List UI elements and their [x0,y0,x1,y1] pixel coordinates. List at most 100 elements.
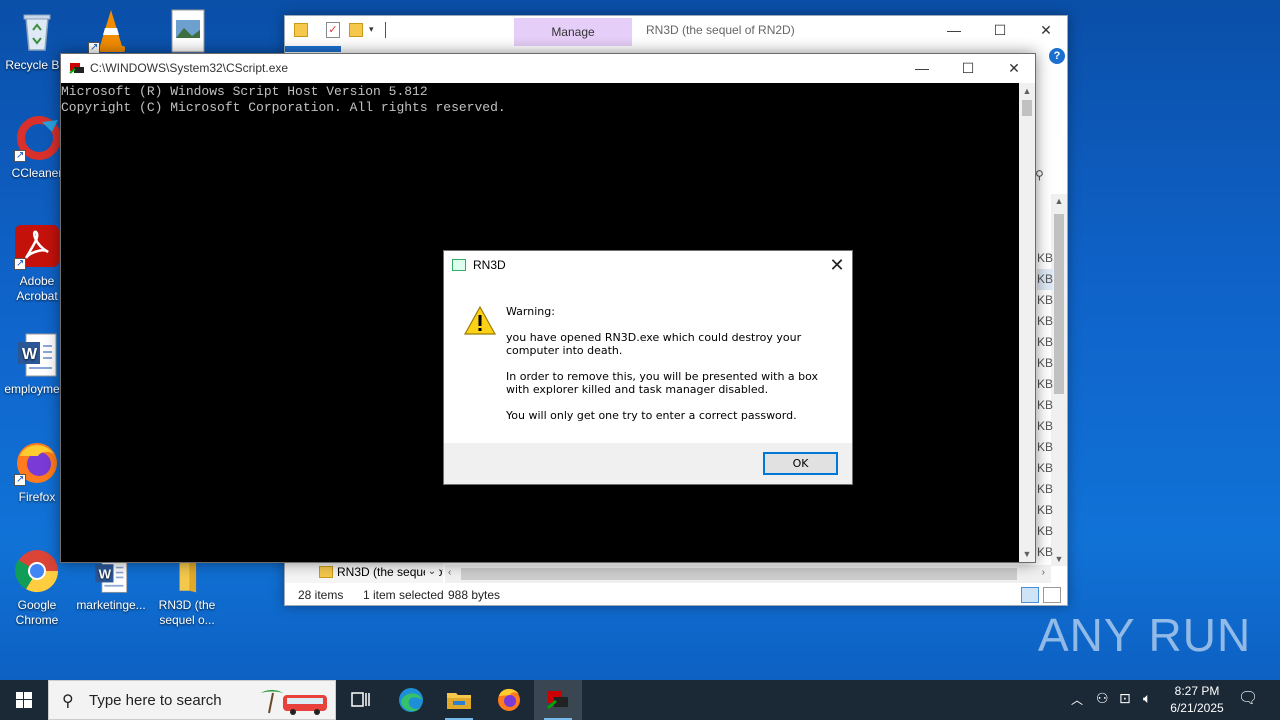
scroll-left-arrow-icon[interactable]: ‹ [448,567,451,578]
file-size-unit: KB [1037,293,1053,307]
nav-pane-item-rn3d[interactable]: RN3D (the sequel of RN2D) ⌄ [285,561,443,583]
scroll-down-arrow-icon[interactable]: ▼ [1019,549,1035,559]
console-title: C:\WINDOWS\System32\CScript.exe [90,61,289,75]
scroll-down-arrow-icon[interactable]: ▼ [1051,554,1067,564]
dialog-footer: OK [444,443,852,484]
clock-date: 6/21/2025 [1170,701,1224,715]
explorer-titlebar[interactable]: ✓ ▾ Manage RN3D (the sequel of RN2D) — ☐… [285,16,1067,46]
details-view-icon[interactable] [1021,587,1039,603]
dialog-paragraph: You will only get one try to enter a cor… [506,409,797,422]
large-icons-view-icon[interactable] [1043,587,1061,603]
desktop-icon-vlc[interactable] [74,8,148,55]
scrollbar-thumb[interactable] [1022,100,1032,116]
file-size-unit: KB [1037,461,1053,475]
help-icon[interactable]: ? [1049,48,1065,64]
ribbon-file-tab[interactable] [285,46,341,52]
desktop-icon-rn3d-folder[interactable]: RN3D (the sequel o... [150,556,224,628]
new-folder-icon[interactable] [349,23,363,37]
minimize-button[interactable]: — [899,54,945,82]
desktop-icon-label: Adobe Acrobat [16,274,58,303]
network-icon[interactable]: ⊡ [1119,690,1131,720]
console-titlebar[interactable]: C:\WINDOWS\System32\CScript.exe — ☐ ✕ [61,54,1035,83]
console-app-icon [547,691,568,709]
clock-time: 8:27 PM [1174,684,1220,698]
file-size-unit: KB [1037,482,1053,496]
task-view-button[interactable] [336,680,384,720]
scrollbar-thumb[interactable] [461,568,1017,580]
file-size-unit: KB [1037,545,1053,559]
taskbar-file-explorer[interactable] [435,680,483,720]
firefox-icon [14,440,60,487]
folder-icon [319,566,333,578]
scroll-right-arrow-icon[interactable]: › [1042,567,1045,578]
notification-icon[interactable]: 🗨︎ [1238,688,1258,720]
search-icon: ⚲ [62,693,74,710]
status-selection: 1 item selected [363,588,444,602]
properties-check-icon[interactable]: ✓ [326,22,340,38]
taskbar-cscript[interactable] [534,680,582,720]
shortcut-arrow-icon [14,472,26,487]
desktop-icon-label: marketinge... [76,598,146,612]
console-vertical-scrollbar[interactable]: ▲ ▼ [1019,83,1035,562]
taskbar-search-box[interactable]: ⚲ Type here to search [48,680,336,720]
chevron-down-icon[interactable]: ⌄ [425,561,439,583]
svg-text:W: W [22,346,38,363]
dialog-title: RN3D [473,258,506,272]
scrollbar-thumb[interactable] [1054,214,1064,394]
desktop-icon-label: Firefox [18,490,56,504]
file-size-unit: KB [1037,398,1053,412]
close-button[interactable]: ✕ [991,54,1037,82]
status-bar: 28 items 1 item selected 988 bytes [285,584,1067,606]
volume-icon[interactable]: 🔈︎ [1143,690,1151,720]
adobe-acrobat-icon [14,224,60,271]
console-app-icon [69,60,85,76]
recycle-bin-icon [14,8,60,54]
file-size-unit: KB [1037,356,1053,370]
close-button[interactable]: ✕ [1023,16,1069,46]
taskbar: ⚲ Type here to search ︿ ⚇ ⊡ 🔈︎ 8:27 PM 6… [0,680,1280,720]
shortcut-arrow-icon [14,256,26,271]
scroll-up-arrow-icon[interactable]: ▲ [1019,86,1035,96]
desktop-icon-image-file[interactable] [150,8,224,54]
taskbar-firefox[interactable] [485,680,533,720]
ccleaner-icon [14,116,61,163]
desktop-icon-label: RN3D (the sequel o... [158,598,216,627]
minimize-button[interactable]: — [931,16,977,46]
rn3d-warning-dialog[interactable]: RN3D ✕ Warning: you have opened RN3D.exe… [443,250,853,485]
console-line: Microsoft (R) Windows Script Host Versio… [61,84,428,99]
dialog-paragraph: In order to remove this, you will be pre… [506,370,819,396]
svg-text:W: W [99,566,112,581]
explorer-vertical-scrollbar[interactable]: ▲ ▼ [1051,194,1067,566]
status-item-count: 28 items [298,588,344,602]
firefox-icon [498,688,520,711]
folder-icon [294,23,308,37]
dialog-app-icon [452,259,466,271]
file-size-unit: KB [1037,269,1053,290]
search-icon[interactable]: ⚲ [1035,168,1051,188]
explorer-horizontal-scrollbar[interactable]: ‹ › [445,565,1051,583]
ok-button[interactable]: OK [763,452,838,475]
maximize-button[interactable]: ☐ [977,16,1023,46]
scroll-up-arrow-icon[interactable]: ▲ [1051,196,1067,206]
file-size-unit: KB [1037,440,1053,454]
start-button[interactable] [0,680,48,720]
task-view-icon [351,692,370,707]
windows-logo-icon [16,692,32,708]
tab-manage[interactable]: Manage [514,18,632,46]
maximize-button[interactable]: ☐ [945,54,991,82]
desktop-icon-marketinge-doc[interactable]: W marketinge... [74,556,148,613]
chevron-up-icon[interactable]: ︿ [1071,691,1083,720]
taskbar-clock[interactable]: 8:27 PM 6/21/2025 [1160,683,1234,717]
edge-icon [399,688,423,712]
image-file-icon [164,8,210,54]
taskbar-edge[interactable] [387,680,435,720]
file-size-unit: KB [1037,314,1053,328]
chrome-icon [14,548,60,594]
dialog-heading: Warning: [506,305,555,318]
chevron-down-icon[interactable]: ▾ [369,24,374,35]
search-placeholder: Type here to search [89,692,222,709]
people-icon[interactable]: ⚇ [1096,690,1109,720]
quick-access-separator [385,22,386,38]
close-button[interactable]: ✕ [822,251,852,279]
file-size-unit: KB [1037,251,1053,265]
